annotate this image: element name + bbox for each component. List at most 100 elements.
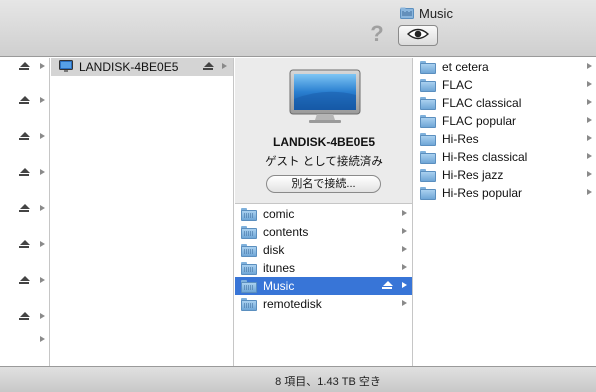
computer-icon [59,60,73,76]
disclosure-arrow-icon [402,264,407,270]
host-column: LANDISK-4BE0E5 [51,58,234,366]
disclosure-arrow-icon [222,63,227,69]
eject-icon[interactable] [19,204,30,214]
folder-icon [420,132,436,146]
folder-item-label: Hi-Res classical [442,150,528,164]
disclosure-arrow-icon [587,99,592,105]
disclosure-arrow-icon [587,135,592,141]
disclosure-arrow-icon [40,205,45,211]
folder-item[interactable]: Hi-Res popular [414,184,596,202]
folder-item-label: Hi-Res jazz [442,168,504,182]
eject-icon[interactable] [19,132,30,142]
disclosure-arrow-icon [587,171,592,177]
window-title: Music [400,4,453,22]
eject-icon[interactable] [19,312,30,322]
folder-item-label: Hi-Res [442,132,479,146]
status-text: 8 項目、1.43 TB 空き [275,376,381,388]
folder-item-label: FLAC [442,78,473,92]
window-title-text: Music [419,5,453,21]
help-icon[interactable]: ? [368,22,386,46]
folder-item-label: et cetera [442,60,489,74]
shared-folder-icon [241,279,257,293]
eye-icon [406,28,430,43]
folder-item[interactable]: FLAC [414,76,596,94]
status-bar: 8 項目、1.43 TB 空き [0,366,596,392]
disclosure-arrow-icon [40,169,45,175]
share-item[interactable]: itunes [235,259,412,277]
disclosure-arrow-icon [402,282,407,288]
disclosure-arrow-icon [40,336,45,342]
sidebar-column [0,58,50,366]
share-item-label: itunes [263,261,296,275]
folder-icon [420,186,436,200]
eject-icon[interactable] [19,168,30,178]
disclosure-arrow-icon [40,277,45,283]
folder-item[interactable]: Hi-Res jazz [414,166,596,184]
sidebar-item[interactable] [0,236,49,254]
server-preview: LANDISK-4BE0E5 ゲスト として接続済み 別名で接続... [235,58,412,204]
folders-column: et cetera FLAC FLAC classical FLAC popular H… [414,58,596,366]
folder-icon [420,150,436,164]
share-item[interactable]: comic [235,205,412,223]
disclosure-arrow-icon [402,228,407,234]
connection-status: ゲスト として接続済み [265,156,383,168]
eject-icon[interactable] [203,62,214,72]
share-item[interactable]: remotedisk [235,295,412,313]
folder-item[interactable]: Hi-Res classical [414,148,596,166]
sidebar-item[interactable] [0,58,49,76]
disclosure-arrow-icon [402,210,407,216]
disclosure-arrow-icon [587,117,592,123]
disclosure-arrow-icon [40,63,45,69]
host-label: LANDISK-4BE0E5 [79,60,179,74]
sidebar-item[interactable] [0,164,49,182]
folder-icon [420,60,436,74]
sidebar-item[interactable] [0,308,49,326]
disclosure-arrow-icon [40,313,45,319]
disclosure-arrow-icon [587,81,592,87]
eject-icon[interactable] [19,96,30,106]
disclosure-arrow-icon [587,189,592,195]
folder-item[interactable]: FLAC classical [414,94,596,112]
host-item[interactable]: LANDISK-4BE0E5 [51,58,233,76]
shared-folder-icon [241,207,257,221]
column-browser: LANDISK-4BE0E5 LANDISK-4BE0E5 ゲスト として接続済… [0,58,596,366]
sidebar-item[interactable] [0,128,49,146]
sidebar-item[interactable] [0,272,49,290]
eject-icon[interactable] [19,62,30,72]
folder-icon [420,168,436,182]
disclosure-arrow-icon [402,300,407,306]
eject-icon[interactable] [19,276,30,286]
sidebar-item[interactable] [0,200,49,218]
disclosure-arrow-icon [40,241,45,247]
shared-folder-icon [241,297,257,311]
folder-icon [420,114,436,128]
share-item[interactable]: disk [235,241,412,259]
share-item[interactable]: contents [235,223,412,241]
music-folder-icon [400,7,414,19]
preview-host-name: LANDISK-4BE0E5 [272,135,376,149]
folder-item-label: Hi-Res popular [442,186,523,200]
folder-item-label: FLAC classical [442,96,522,110]
shared-folder-icon [241,261,257,275]
sidebar-item[interactable] [0,92,49,110]
share-item-label: comic [263,207,295,221]
quick-look-button[interactable] [398,25,438,46]
display-icon [289,69,361,125]
folder-item[interactable]: Hi-Res [414,130,596,148]
share-item[interactable]: Music [235,277,412,295]
eject-icon[interactable] [19,240,30,250]
shared-folder-icon [241,225,257,239]
share-item-label: disk [263,243,285,257]
disclosure-arrow-icon [587,63,592,69]
share-item-label: contents [263,225,309,239]
folder-icon [420,78,436,92]
folder-item[interactable]: et cetera [414,58,596,76]
share-item-label: remotedisk [263,297,322,311]
eject-icon[interactable] [382,281,393,291]
disclosure-arrow-icon [587,153,592,159]
disclosure-arrow-icon [402,246,407,252]
shared-folder-icon [241,243,257,257]
shares-column: LANDISK-4BE0E5 ゲスト として接続済み 別名で接続... comi… [235,58,413,366]
folder-item[interactable]: FLAC popular [414,112,596,130]
connect-as-button[interactable]: 別名で接続... [266,175,381,193]
